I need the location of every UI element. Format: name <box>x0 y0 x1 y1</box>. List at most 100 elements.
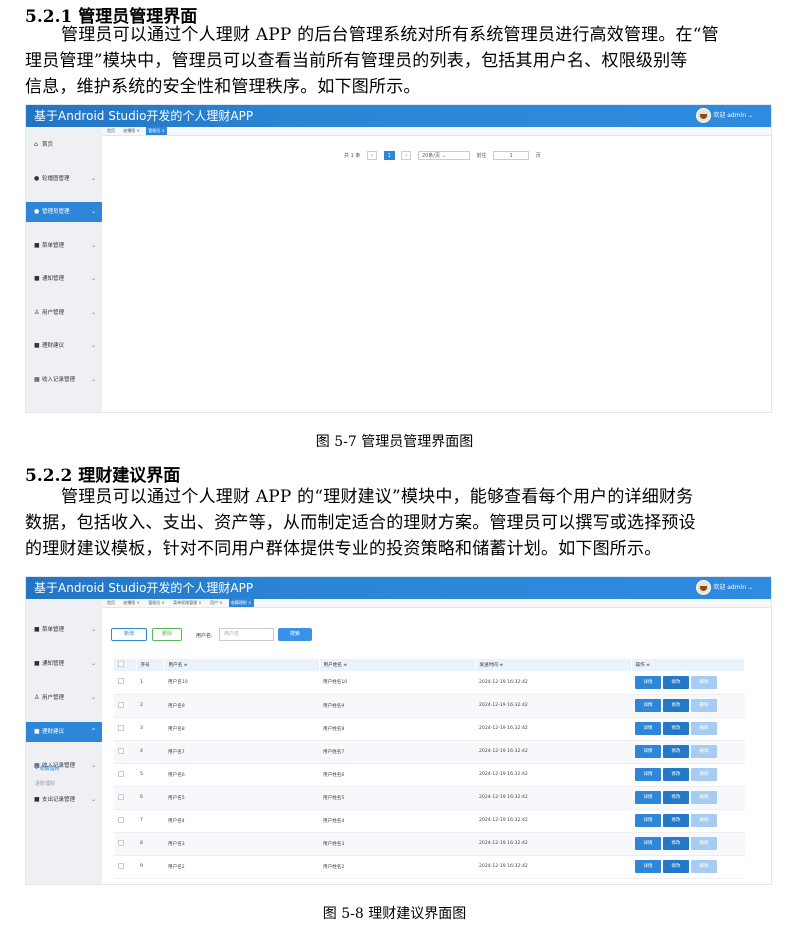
row-checkbox[interactable] <box>118 816 124 823</box>
sidebar-item[interactable]: ■ 菜单管理 ⌄ <box>26 620 102 640</box>
cell-no: 3 <box>136 717 164 741</box>
row-delete-button[interactable]: 删除 <box>691 722 717 735</box>
row-checkbox[interactable] <box>118 701 124 708</box>
row-delete-button[interactable]: 删除 <box>691 675 717 689</box>
tab-admin[interactable]: 管理员 × <box>146 599 167 607</box>
welcome-user-menu[interactable]: 欢迎 admin ⌄ <box>713 110 753 119</box>
col-header-no[interactable]: 序号 <box>136 659 165 671</box>
edit-button[interactable]: 修改 <box>663 745 689 758</box>
sidebar-item[interactable]: ■ 菜单管理 ⌄ <box>26 236 102 256</box>
sidebar-item[interactable]: ■ 通知管理 ⌄ <box>26 654 102 674</box>
tab-home[interactable]: 首页 <box>105 127 117 135</box>
detail-button[interactable]: 详情 <box>635 791 661 804</box>
row-checkbox[interactable] <box>118 678 124 685</box>
submenu-item[interactable]: • 收藏理财 <box>26 765 102 772</box>
detail-button[interactable]: 详情 <box>635 837 661 850</box>
row-delete-button[interactable]: 删除 <box>691 860 717 873</box>
sidebar-item[interactable]: ■ 支出记录管理 ⌄ <box>26 790 102 810</box>
detail-button[interactable]: 详情 <box>635 675 661 689</box>
pager-prev-button[interactable]: ‹ <box>366 151 377 160</box>
edit-button[interactable]: 修改 <box>663 768 689 781</box>
edit-button[interactable]: 修改 <box>663 699 689 712</box>
sidebar-item[interactable]: ⌂ 首页 <box>26 135 102 155</box>
page-size-select[interactable]: 20条/页 ⌄ <box>417 151 470 160</box>
table-row: 2 用户名9 用户姓名9 2024-12-19 16:32:42 详情 修改 删除 <box>114 694 745 718</box>
row-checkbox[interactable] <box>118 862 124 869</box>
section-heading-advice: 5.2.2 理财建议界面 <box>25 466 181 486</box>
row-checkbox[interactable] <box>118 770 124 777</box>
detail-button[interactable]: 详情 <box>635 722 661 735</box>
pager-goto-input[interactable]: 1 <box>493 151 530 160</box>
row-delete-button[interactable]: 删除 <box>691 814 717 827</box>
para-line: 管理员可以通过个人理财 APP 的“理财建议”模块中，能够查看每个用户的详细财务 <box>61 487 694 507</box>
cell-send-time: 2024-12-19 16:32:42 <box>475 763 631 787</box>
add-button[interactable]: 新增 <box>111 628 147 641</box>
sidebar-item[interactable]: ■ 通知管理 ⌄ <box>26 269 102 289</box>
row-delete-button[interactable]: 删除 <box>691 791 717 804</box>
sidebar-item[interactable]: ● 管理员管理 ⌄ <box>26 202 102 222</box>
tab-favorite-finance[interactable]: 收藏理财 × <box>228 599 254 607</box>
chevron-icon: ⌄ <box>90 241 96 249</box>
pager-next-button[interactable]: › <box>401 151 412 160</box>
submenu-item[interactable]: 进阶理财 <box>26 780 102 787</box>
edit-button[interactable]: 修改 <box>663 675 689 689</box>
row-delete-button[interactable]: 删除 <box>691 837 717 850</box>
sidebar-item[interactable]: ■ 理财建议 ⌄ <box>26 336 102 356</box>
search-button[interactable]: 搜索 <box>278 628 312 641</box>
cell-no: 9 <box>136 855 164 879</box>
sidebar: ■ 菜单管理 ⌄ ■ 通知管理 ⌄ ♙ 用户管理 ⌄ ■ 理财建议 ^ ▦ 收入记录管理 ⌄ ■ 支出记录管理 ⌄… <box>26 599 102 884</box>
cell-fullname: 用户姓名6 <box>319 763 475 787</box>
cell-username: 用户名6 <box>164 763 319 787</box>
row-select-cell <box>114 786 136 810</box>
delete-button[interactable]: 删除 <box>152 628 182 641</box>
cell-actions: 详情 修改 删除 <box>631 763 745 787</box>
sidebar-item-label: 理财建议 <box>42 729 65 735</box>
chevron-icon: ⌄ <box>90 342 96 349</box>
row-checkbox[interactable] <box>118 747 124 754</box>
sidebar-item-label: 用户管理 <box>42 695 65 701</box>
tab-carousel[interactable]: 轮播图 × <box>121 127 142 135</box>
tab-admin[interactable]: 管理员 × <box>146 127 167 135</box>
row-checkbox[interactable] <box>118 793 124 800</box>
cell-username: 用户名4 <box>164 809 319 833</box>
edit-button[interactable]: 修改 <box>663 814 689 827</box>
cell-username: 用户名7 <box>164 740 319 764</box>
sidebar-item[interactable]: ♙ 用户管理 ⌄ <box>26 303 102 323</box>
username-filter-input[interactable]: 用户名 <box>219 628 274 641</box>
pager-current-page[interactable]: 1 <box>383 151 395 160</box>
sidebar-item[interactable]: ● 轮播图管理 ⌄ <box>26 169 102 189</box>
sidebar-item[interactable]: ▦ 收入记录管理 ⌄ <box>26 370 102 390</box>
row-delete-button[interactable]: 删除 <box>691 768 717 781</box>
col-header-send-time[interactable]: 发送时间 ≑ <box>475 659 632 671</box>
welcome-user-menu[interactable]: 欢迎 admin ⌄ <box>713 582 753 591</box>
sidebar-item[interactable]: ■ 理财建议 ^ <box>26 722 102 742</box>
tab-menu-permissions[interactable]: 菜单权限管理 × <box>171 599 204 607</box>
edit-button[interactable]: 修改 <box>663 837 689 850</box>
detail-button[interactable]: 详情 <box>635 860 661 873</box>
row-checkbox[interactable] <box>118 724 124 731</box>
select-all-checkbox[interactable] <box>118 661 124 667</box>
cell-fullname: 用户姓名7 <box>319 740 475 764</box>
col-header-username[interactable]: 用户名 ≑ <box>164 659 320 671</box>
tab-user[interactable]: 用户 × <box>208 599 225 607</box>
edit-button[interactable]: 修改 <box>663 722 689 735</box>
menu-icon: ■ <box>34 275 40 282</box>
edit-button[interactable]: 修改 <box>663 791 689 804</box>
select-all-header[interactable] <box>114 659 137 671</box>
detail-button[interactable]: 详情 <box>635 814 661 827</box>
col-header-fullname[interactable]: 用户姓名 ≑ <box>319 659 476 671</box>
row-checkbox[interactable] <box>118 839 124 846</box>
detail-button[interactable]: 详情 <box>635 768 661 781</box>
tab-carousel[interactable]: 轮播图 × <box>121 599 142 607</box>
tab-home[interactable]: 首页 <box>105 599 117 607</box>
sidebar-item[interactable]: ♙ 用户管理 ⌄ <box>26 688 102 708</box>
app-title: 基于Android Studio开发的个人理财APP <box>34 581 254 595</box>
detail-button[interactable]: 详情 <box>635 745 661 758</box>
avatar[interactable] <box>696 108 711 123</box>
edit-button[interactable]: 修改 <box>663 860 689 873</box>
avatar[interactable] <box>696 580 711 595</box>
row-delete-button[interactable]: 删除 <box>691 745 717 758</box>
detail-button[interactable]: 详情 <box>635 699 661 712</box>
row-delete-button[interactable]: 删除 <box>691 699 717 712</box>
row-select-cell <box>114 740 136 764</box>
